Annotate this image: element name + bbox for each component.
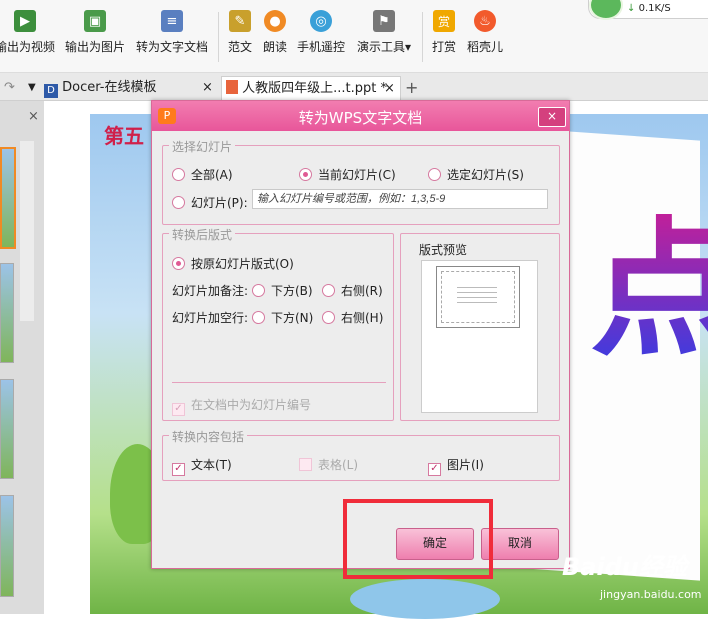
phone-remote-icon: ◎ xyxy=(310,10,332,32)
radio-notes-right[interactable]: 右侧(R) xyxy=(322,282,383,299)
notes-label: 幻灯片加备注: xyxy=(172,284,249,298)
radio-current-slide[interactable]: 当前幻灯片(C) xyxy=(299,166,396,183)
document-tab-bar: ↷ ▼ D Docer-在线模板 × 人教版四年级上...t.ppt * × + xyxy=(0,73,708,101)
radio-icon xyxy=(172,168,185,181)
checkbox-icon: ✓ xyxy=(172,463,185,476)
dialog-title-bar[interactable]: P 转为WPS文字文档 × xyxy=(152,101,569,131)
slide-pond-graphic xyxy=(350,579,500,619)
reward-icon: 赏 xyxy=(433,10,455,32)
read-aloud-button[interactable]: ● 朗读 xyxy=(260,10,290,66)
radio-slide-range[interactable]: 幻灯片(P): xyxy=(172,194,248,211)
presentation-tool-button[interactable]: ⚑ 演示工具▾ xyxy=(351,10,417,66)
radio-icon xyxy=(428,168,441,181)
preview-label: 版式预览 xyxy=(419,243,468,257)
radio-icon xyxy=(322,311,335,324)
slide-thumbnail[interactable] xyxy=(0,263,14,363)
radio-notes-below[interactable]: 下方(B) xyxy=(252,282,313,299)
radio-blank-below[interactable]: 下方(N) xyxy=(252,309,313,326)
tab-menu-icon[interactable]: ▼ xyxy=(28,76,36,99)
close-icon[interactable]: × xyxy=(202,76,213,99)
network-speed-widget: ↓ 0.1K/S xyxy=(588,0,708,20)
radio-blank-right[interactable]: 右侧(H) xyxy=(322,309,383,326)
radio-icon xyxy=(252,311,265,324)
highlight-annotation xyxy=(343,499,493,579)
chevron-down-icon: ▾ xyxy=(404,40,412,54)
export-video-icon: ▶ xyxy=(14,10,36,32)
layout-preview-box xyxy=(421,260,538,413)
checkbox-slide-numbering[interactable]: ✓ 在文档中为幻灯片编号 xyxy=(172,396,311,416)
checkbox-table[interactable]: 表格(L) xyxy=(299,456,358,473)
slide-character: 点 xyxy=(590,214,708,364)
toolbar-separator xyxy=(422,12,423,62)
dialog-title: 转为WPS文字文档 xyxy=(298,109,423,127)
layout-divider xyxy=(172,382,386,383)
tab-docer-template[interactable]: D Docer-在线模板 × xyxy=(44,76,216,99)
dialog-close-button[interactable]: × xyxy=(538,107,566,127)
radio-icon xyxy=(172,196,185,209)
slide-thumbnail[interactable] xyxy=(0,495,14,597)
checkbox-text[interactable]: ✓ 文本(T) xyxy=(172,456,232,476)
thumbnail-scrollbar[interactable] xyxy=(20,141,34,321)
group-label: 转换内容包括 xyxy=(169,428,248,445)
checkbox-image[interactable]: ✓ 图片(I) xyxy=(428,456,484,476)
checkbox-icon: ✓ xyxy=(428,463,441,476)
presentation-tool-icon: ⚑ xyxy=(373,10,395,32)
watermark-url: jingyan.baidu.com xyxy=(600,588,702,601)
preview-slide-icon xyxy=(436,266,520,328)
export-image-icon: ▣ xyxy=(84,10,106,32)
redo-icon[interactable]: ↷ xyxy=(4,76,15,99)
checkbox-icon: ✓ xyxy=(172,403,185,416)
radio-icon xyxy=(322,284,335,297)
tab-ppt-document[interactable]: 人教版四年级上...t.ppt * × xyxy=(221,76,401,100)
close-panel-icon[interactable]: × xyxy=(28,109,39,124)
ribbon-toolbar: ▶ 输出为视频 ▣ 输出为图片 ≡ 转为文字文档 ✎ 范文 ● 朗读 ◎ 手机遥… xyxy=(0,0,708,73)
docer-icon: ♨ xyxy=(474,10,496,32)
group-label: 选择幻灯片 xyxy=(169,138,236,155)
ppt-file-icon xyxy=(226,80,238,94)
blank-lines-label: 幻灯片加空行: xyxy=(172,311,249,325)
radio-icon xyxy=(172,257,185,270)
group-label: 转换后版式 xyxy=(169,226,236,243)
reward-button[interactable]: 赏 打赏 xyxy=(428,10,460,66)
layout-preview-group: 版式预览 xyxy=(400,233,560,421)
microphone-icon: ● xyxy=(264,10,286,32)
phone-remote-button[interactable]: ◎ 手机遥控 xyxy=(293,10,349,66)
template-button[interactable]: ✎ 范文 xyxy=(225,10,255,66)
speed-indicator-icon xyxy=(589,0,623,20)
radio-selected-slides[interactable]: 选定幻灯片(S) xyxy=(428,166,524,183)
select-slides-group: 选择幻灯片 xyxy=(162,138,560,225)
slide-thumbnail[interactable] xyxy=(0,379,14,479)
convert-to-doc-button[interactable]: ≡ 转为文字文档 xyxy=(133,10,211,66)
radio-icon xyxy=(299,168,312,181)
radio-icon xyxy=(252,284,265,297)
slide-thumbnail-panel: × xyxy=(0,101,44,614)
download-arrow-icon: ↓ xyxy=(627,3,636,14)
checkbox-icon xyxy=(299,458,312,471)
template-icon: ✎ xyxy=(229,10,251,32)
radio-all-slides[interactable]: 全部(A) xyxy=(172,166,233,183)
export-video-button[interactable]: ▶ 输出为视频 xyxy=(0,10,56,66)
docer-tab-icon: D xyxy=(44,84,58,98)
docer-button[interactable]: ♨ 稻壳儿 xyxy=(464,10,506,66)
slide-title: 第五 xyxy=(104,124,144,148)
toolbar-separator xyxy=(218,12,219,62)
slide-thumbnail[interactable] xyxy=(0,147,16,249)
convert-doc-icon: ≡ xyxy=(161,10,183,32)
add-tab-icon[interactable]: + xyxy=(405,76,418,99)
slide-range-input[interactable] xyxy=(252,189,548,209)
export-image-button[interactable]: ▣ 输出为图片 xyxy=(63,10,127,66)
close-icon[interactable]: × xyxy=(384,77,395,100)
radio-original-layout[interactable]: 按原幻灯片版式(O) xyxy=(172,255,294,272)
watermark-brand: Baidu经验 xyxy=(562,553,687,581)
speed-value: 0.1K/S xyxy=(638,3,671,14)
